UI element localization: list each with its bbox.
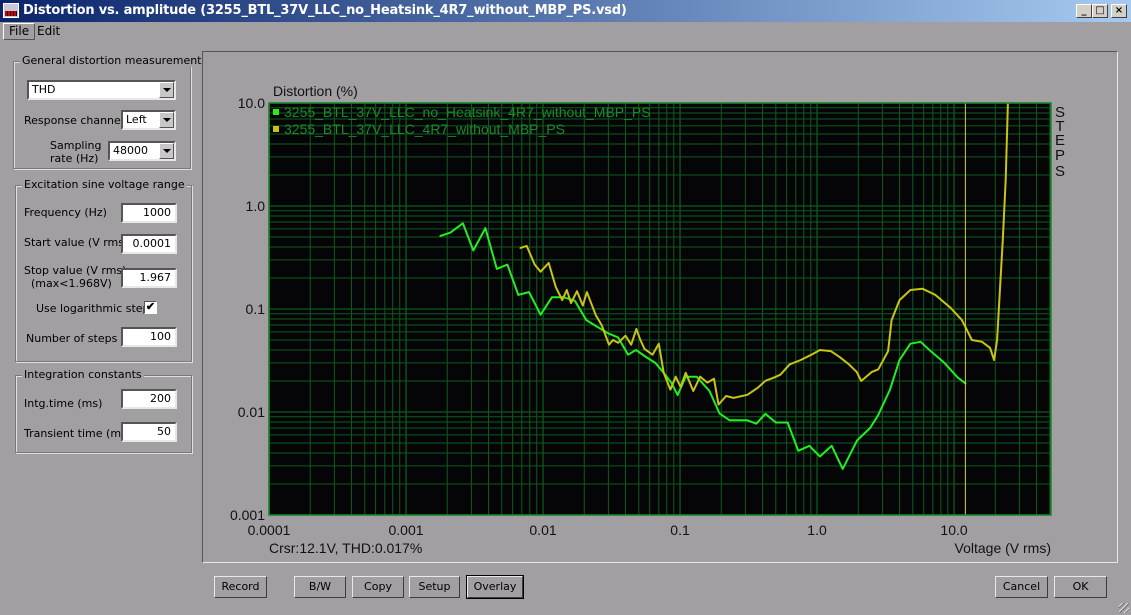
menu-edit[interactable]: Edit [32, 23, 65, 40]
response-channel-label: Response channel [24, 114, 124, 127]
log-steps-label: Use logarithmic steps [36, 302, 156, 315]
window-title: Distortion vs. amplitude (3255_BTL_37V_L… [23, 3, 627, 18]
menu-file[interactable]: File [3, 23, 36, 40]
setup-button[interactable]: Setup [409, 576, 460, 598]
stop-value-field[interactable]: 1.967 [121, 268, 177, 288]
minimize-button[interactable]: _ [1076, 4, 1092, 18]
frequency-label: Frequency (Hz) [24, 206, 107, 219]
log-steps-checkbox[interactable]: ✔ [144, 301, 157, 314]
sampling-rate-label-2: rate (Hz) [50, 152, 99, 165]
resize-grip[interactable] [1119, 603, 1129, 613]
app-icon[interactable] [3, 3, 19, 18]
stop-value-max-label: (max<1.968V) [31, 277, 112, 290]
cancel-button[interactable]: Cancel [995, 576, 1048, 598]
bw-button[interactable]: B/W [294, 576, 346, 598]
response-channel-value: Left [126, 113, 147, 126]
close-button[interactable]: × [1111, 4, 1127, 18]
copy-button[interactable]: Copy [352, 576, 404, 598]
group-title: Excitation sine voltage range [22, 178, 187, 191]
intg-time-field[interactable]: 200 [121, 389, 177, 409]
chevron-down-icon[interactable] [159, 143, 174, 159]
measurement-type-value: THD [32, 83, 56, 96]
number-of-steps-field[interactable]: 100 [121, 327, 177, 347]
overlay-button[interactable]: Overlay [466, 575, 524, 599]
response-channel-select[interactable]: Left [121, 110, 176, 130]
transient-time-field[interactable]: 50 [121, 422, 177, 442]
start-value-field[interactable]: 0.0001 [121, 234, 177, 254]
ok-button[interactable]: OK [1054, 576, 1107, 598]
sampling-rate-select[interactable]: 48000 [108, 141, 176, 161]
title-bar[interactable]: Distortion vs. amplitude (3255_BTL_37V_L… [0, 0, 1131, 22]
chevron-down-icon[interactable] [159, 112, 174, 128]
number-of-steps-label: Number of steps [26, 332, 118, 345]
intg-time-label: Intg.time (ms) [24, 397, 103, 410]
plot-frame [202, 51, 1118, 563]
group-title: General distortion measurement [20, 54, 204, 67]
record-button[interactable]: Record [214, 576, 267, 598]
sampling-rate-value: 48000 [113, 144, 148, 157]
group-title: Integration constants [22, 368, 144, 381]
transient-time-label: Transient time (ms) [24, 427, 132, 440]
menu-bar: File Edit [0, 22, 1131, 41]
stop-value-label: Stop value (V rms) [24, 264, 127, 277]
sampling-rate-label: Sampling [50, 139, 102, 152]
start-value-label: Start value (V rms) [24, 236, 129, 249]
chevron-down-icon[interactable] [159, 82, 174, 98]
frequency-field[interactable]: 1000 [121, 203, 177, 223]
measurement-type-select[interactable]: THD [27, 80, 176, 100]
maximize-button[interactable]: □ [1092, 4, 1108, 18]
